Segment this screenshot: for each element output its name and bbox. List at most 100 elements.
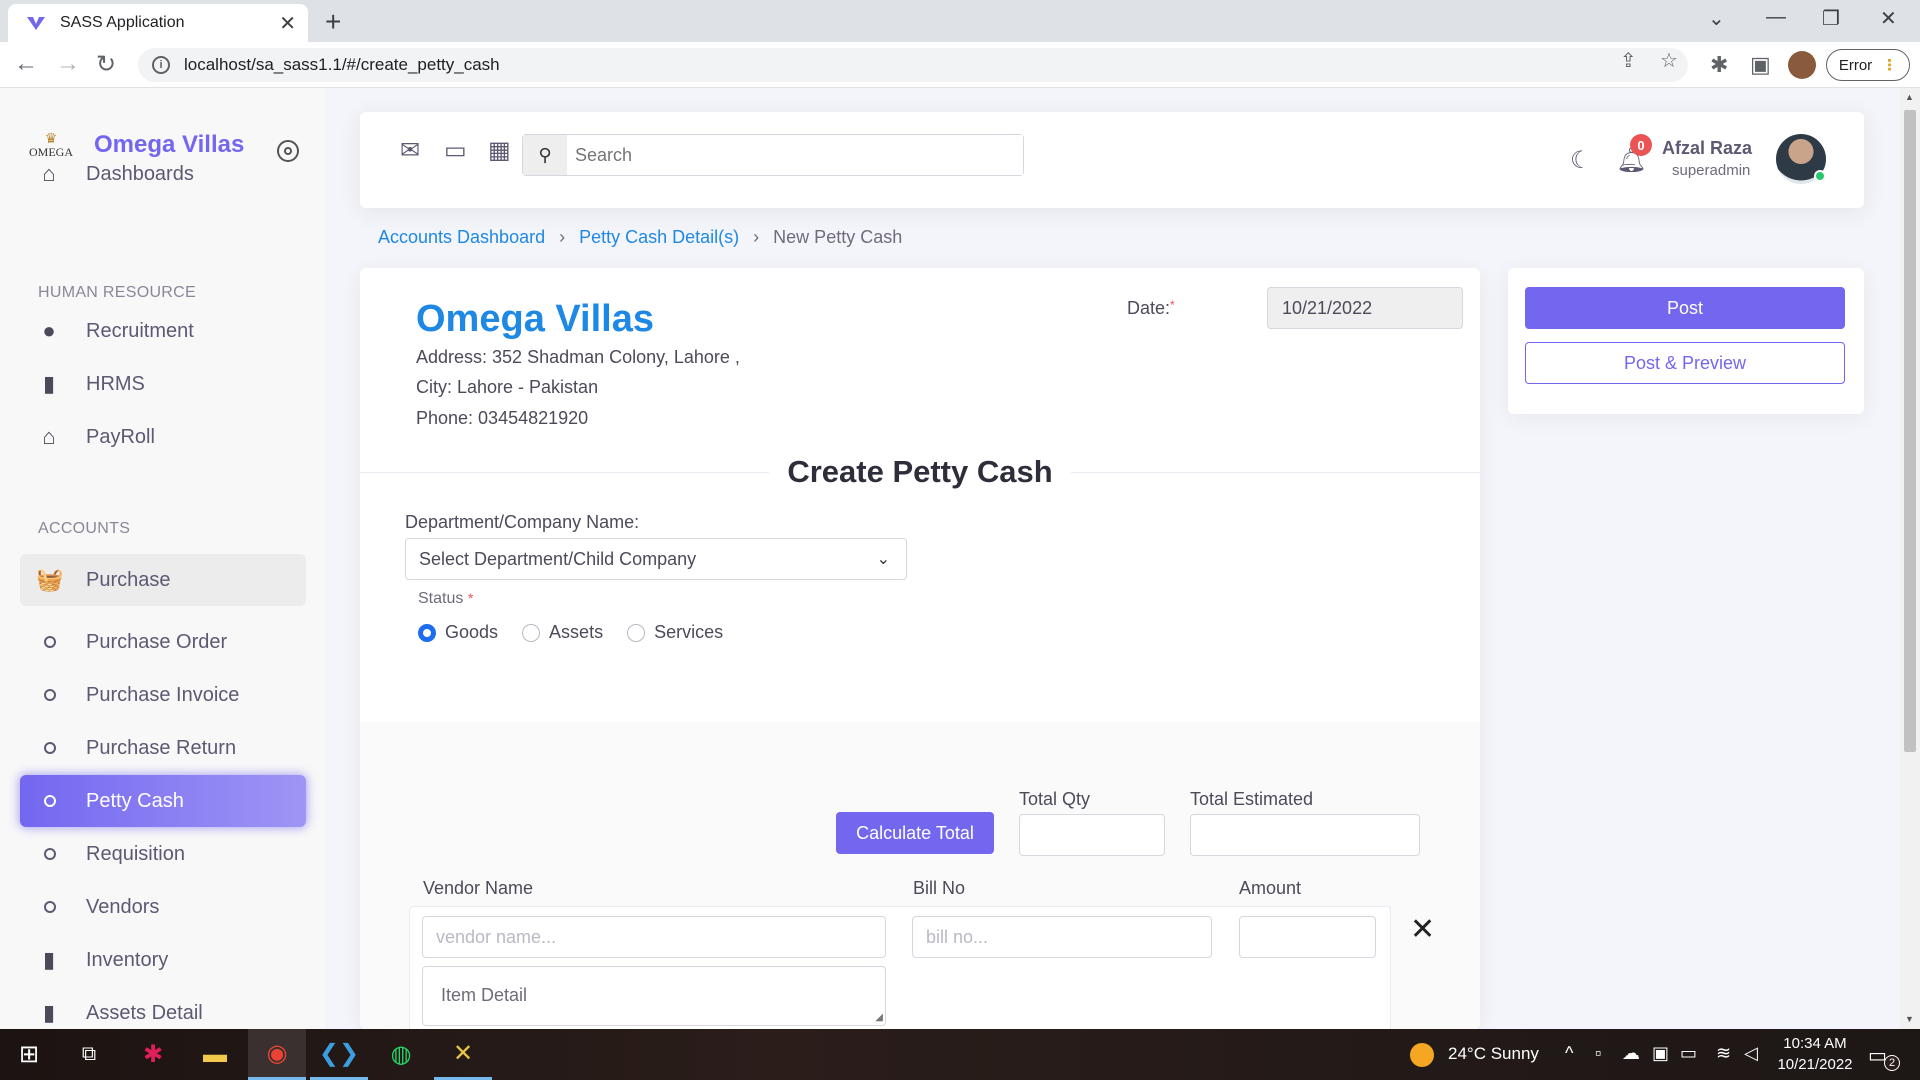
required-asterisk: * <box>467 590 474 606</box>
total-estimated-input[interactable] <box>1190 814 1420 856</box>
back-arrow-icon[interactable]: ← <box>14 50 38 78</box>
status-radio-services[interactable]: Services <box>627 622 723 643</box>
sidebar-item-recruitment[interactable]: ● Recruitment <box>20 305 306 357</box>
chrome-icon[interactable]: ◉ <box>248 1029 306 1080</box>
file-explorer-icon[interactable]: ▬ <box>186 1029 244 1080</box>
browser-tab[interactable]: SASS Application ✕ <box>8 4 308 42</box>
weather-text[interactable]: 24°C Sunny <box>1448 1044 1539 1064</box>
radio-selected-icon[interactable] <box>418 623 436 642</box>
total-estimated-label: Total Estimated <box>1190 789 1314 809</box>
bookmark-star-icon[interactable]: ☆ <box>1660 48 1678 73</box>
windows-start-icon[interactable]: ⊞ <box>0 1029 58 1080</box>
xampp-icon[interactable]: ✕ <box>434 1029 492 1080</box>
task-view-icon[interactable]: ⧉ <box>60 1029 118 1080</box>
tab-close-icon[interactable]: ✕ <box>279 11 296 36</box>
circle-icon <box>44 901 56 913</box>
breadcrumb-accounts-dashboard[interactable]: Accounts Dashboard <box>378 227 545 248</box>
page-scrollbar[interactable]: ▲ ▼ <box>1900 88 1920 1029</box>
url-text[interactable]: localhost/sa_sass1.1/#/create_petty_cash <box>184 55 500 75</box>
breadcrumb-petty-cash-details[interactable]: Petty Cash Detail(s) <box>579 227 739 248</box>
security-icon[interactable]: ▣ <box>1652 1043 1669 1064</box>
volume-muted-icon[interactable]: ◁ <box>1744 1043 1758 1064</box>
extensions-puzzle-icon[interactable]: ✱ <box>1710 52 1728 78</box>
sidebar-item-requisition[interactable]: Requisition <box>20 828 306 880</box>
date-field[interactable]: 10/21/2022 <box>1267 287 1463 329</box>
sidebar-item-payroll[interactable]: ⌂ PayRoll <box>20 411 306 463</box>
vendor-name-input[interactable]: vendor name... <box>422 916 886 958</box>
meet-icon[interactable]: ▫ <box>1595 1043 1601 1064</box>
radio-icon[interactable] <box>627 623 646 642</box>
bill-no-input[interactable]: bill no... <box>912 916 1212 958</box>
mail-icon[interactable]: ✉ <box>400 136 420 165</box>
battery-icon[interactable]: ▭ <box>1680 1043 1697 1064</box>
circle-icon <box>44 848 56 860</box>
site-info-icon[interactable]: i <box>152 56 170 74</box>
sidebar-item-label: Vendors <box>86 895 160 918</box>
dark-mode-moon-icon[interactable]: ☾ <box>1570 146 1592 175</box>
forward-arrow-icon[interactable]: → <box>56 50 80 78</box>
sidebar-item-purchase-invoice[interactable]: Purchase Invoice <box>20 669 306 721</box>
post-button[interactable]: Post <box>1525 287 1845 329</box>
tray-chevron-up-icon[interactable]: ^ <box>1565 1043 1573 1064</box>
status-radio-group: Goods Assets Services <box>418 622 747 643</box>
side-panel-icon[interactable]: ▣ <box>1750 52 1771 78</box>
sidebar: ♛ OMEGA Omega Villas ⌂ Dashboards HUMAN … <box>0 88 325 1029</box>
chat-icon[interactable]: ▭ <box>444 136 467 165</box>
tab-title: SASS Application <box>60 14 185 31</box>
minimize-button[interactable]: — <box>1766 6 1786 29</box>
browser-tabbar: SASS Application ✕ + ⌄ — ❐ ✕ <box>0 0 1920 42</box>
sidebar-item-purchase[interactable]: 🧺 Purchase <box>20 554 306 606</box>
post-preview-button[interactable]: Post & Preview <box>1525 342 1845 384</box>
tab-search-icon[interactable]: ⌄ <box>1708 6 1725 31</box>
scroll-down-arrow-icon[interactable]: ▼ <box>1905 1014 1914 1024</box>
amount-input[interactable] <box>1239 916 1376 958</box>
user-name[interactable]: Afzal Raza <box>1662 138 1752 159</box>
chevron-right-icon: › <box>559 227 566 247</box>
error-button[interactable]: Error ⋮ <box>1826 49 1910 81</box>
sidebar-item-assets-detail[interactable]: ▮ Assets Detail <box>20 987 306 1029</box>
address-bar[interactable]: i localhost/sa_sass1.1/#/create_petty_ca… <box>138 48 1688 82</box>
clock-date: 10/21/2022 <box>1777 1056 1853 1073</box>
sidebar-item-dashboards[interactable]: ⌂ Dashboards <box>20 148 306 200</box>
slack-icon[interactable]: ✱ <box>124 1029 182 1080</box>
wifi-icon[interactable]: ≋ <box>1716 1043 1731 1064</box>
weather-sun-icon[interactable] <box>1410 1043 1434 1067</box>
reload-icon[interactable]: ↻ <box>96 50 116 79</box>
sidebar-item-vendors[interactable]: Vendors <box>20 881 306 933</box>
item-detail-textarea[interactable]: Item Detail ◢ <box>422 966 886 1026</box>
system-clock[interactable]: 10:34 AM 10/21/2022 <box>1770 1033 1860 1075</box>
avatar[interactable] <box>1776 134 1826 184</box>
radio-icon[interactable] <box>522 623 541 642</box>
sidebar-item-label: Purchase Order <box>86 630 228 653</box>
calendar-icon[interactable]: ▦ <box>488 136 511 165</box>
profile-avatar[interactable] <box>1788 51 1816 79</box>
status-radio-assets[interactable]: Assets <box>522 622 603 643</box>
status-radio-goods[interactable]: Goods <box>418 622 498 643</box>
whatsapp-icon[interactable]: ◍ <box>372 1029 430 1080</box>
vuexy-logo-icon <box>27 17 45 30</box>
search-icon: ⚲ <box>523 135 567 175</box>
sidebar-item-purchase-return[interactable]: Purchase Return <box>20 722 306 774</box>
close-window-button[interactable]: ✕ <box>1880 6 1897 31</box>
sidebar-item-hrms[interactable]: ▮ HRMS <box>20 358 306 410</box>
calculate-total-button[interactable]: Calculate Total <box>836 812 994 854</box>
vscode-icon[interactable]: ❮❯ <box>310 1029 368 1080</box>
notification-count-badge: 2 <box>1884 1055 1900 1071</box>
new-tab-button[interactable]: + <box>325 6 341 38</box>
search-input[interactable] <box>567 135 1023 175</box>
scroll-up-arrow-icon[interactable]: ▲ <box>1905 92 1914 102</box>
total-qty-input[interactable] <box>1019 814 1165 856</box>
resize-grip-icon[interactable]: ◢ <box>875 1012 883 1023</box>
scrollbar-thumb[interactable] <box>1904 110 1916 752</box>
breadcrumb: Accounts Dashboard › Petty Cash Detail(s… <box>378 227 902 248</box>
file-icon: ▮ <box>42 1000 56 1025</box>
share-icon[interactable]: ⇪ <box>1620 48 1637 73</box>
department-select[interactable]: Select Department/Child Company ⌄ <box>405 538 907 580</box>
sidebar-item-purchase-order[interactable]: Purchase Order <box>20 616 306 668</box>
company-phone: Phone: 03454821920 <box>416 408 589 428</box>
sidebar-item-petty-cash[interactable]: Petty Cash <box>20 775 306 827</box>
remove-row-close-icon[interactable]: ✕ <box>1410 912 1435 947</box>
sidebar-item-inventory[interactable]: ▮ Inventory <box>20 934 306 986</box>
maximize-button[interactable]: ❐ <box>1822 6 1840 31</box>
onedrive-cloud-icon[interactable]: ☁ <box>1622 1043 1640 1064</box>
